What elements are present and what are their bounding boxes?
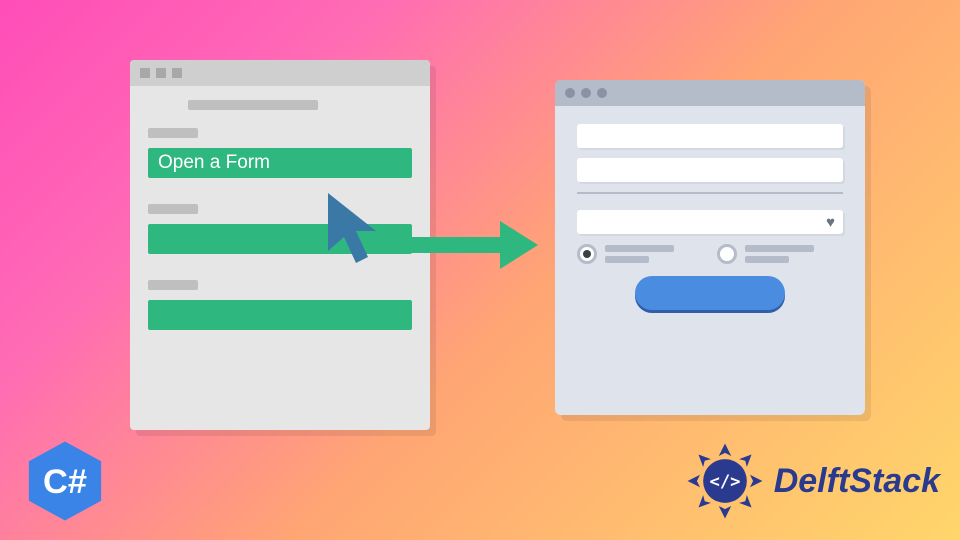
- submit-button[interactable]: [635, 276, 785, 310]
- form-body: ♥: [555, 106, 865, 324]
- window-control-circle: [581, 88, 591, 98]
- radio-option-1[interactable]: [577, 244, 703, 264]
- radio-selected-icon: [577, 244, 597, 264]
- window-control-circle: [565, 88, 575, 98]
- radio-label-lines: [745, 245, 843, 263]
- open-form-button[interactable]: Open a Form: [148, 148, 412, 178]
- form-window: ♥: [555, 80, 865, 415]
- window-control-square: [156, 68, 166, 78]
- delftstack-wordmark: DelftStack: [774, 462, 940, 501]
- text-input-favorite[interactable]: ♥: [577, 210, 843, 234]
- radio-unselected-icon: [717, 244, 737, 264]
- open-form-label: Open a Form: [158, 152, 270, 174]
- arrow-icon: [400, 225, 550, 265]
- text-input[interactable]: [577, 158, 843, 182]
- left-titlebar: [130, 60, 430, 86]
- placeholder-label: [148, 128, 198, 138]
- radio-row: [577, 244, 843, 264]
- svg-text:</>: </>: [709, 472, 740, 492]
- radio-label-lines: [605, 245, 703, 263]
- divider: [577, 192, 843, 194]
- window-control-circle: [597, 88, 607, 98]
- window-control-square: [140, 68, 150, 78]
- placeholder-label: [148, 280, 198, 290]
- placeholder-label: [148, 204, 198, 214]
- heart-icon: ♥: [826, 214, 835, 231]
- csharp-logo: C#: [22, 438, 108, 524]
- placeholder-line: [188, 100, 318, 110]
- cursor-icon: [318, 193, 390, 290]
- svg-text:C#: C#: [43, 463, 87, 501]
- right-titlebar: [555, 80, 865, 106]
- delftstack-logo: </> DelftStack: [686, 442, 940, 520]
- radio-option-2[interactable]: [717, 244, 843, 264]
- text-input[interactable]: [577, 124, 843, 148]
- window-control-square: [172, 68, 182, 78]
- green-bar[interactable]: [148, 300, 412, 330]
- delftstack-emblem-icon: </>: [686, 442, 764, 520]
